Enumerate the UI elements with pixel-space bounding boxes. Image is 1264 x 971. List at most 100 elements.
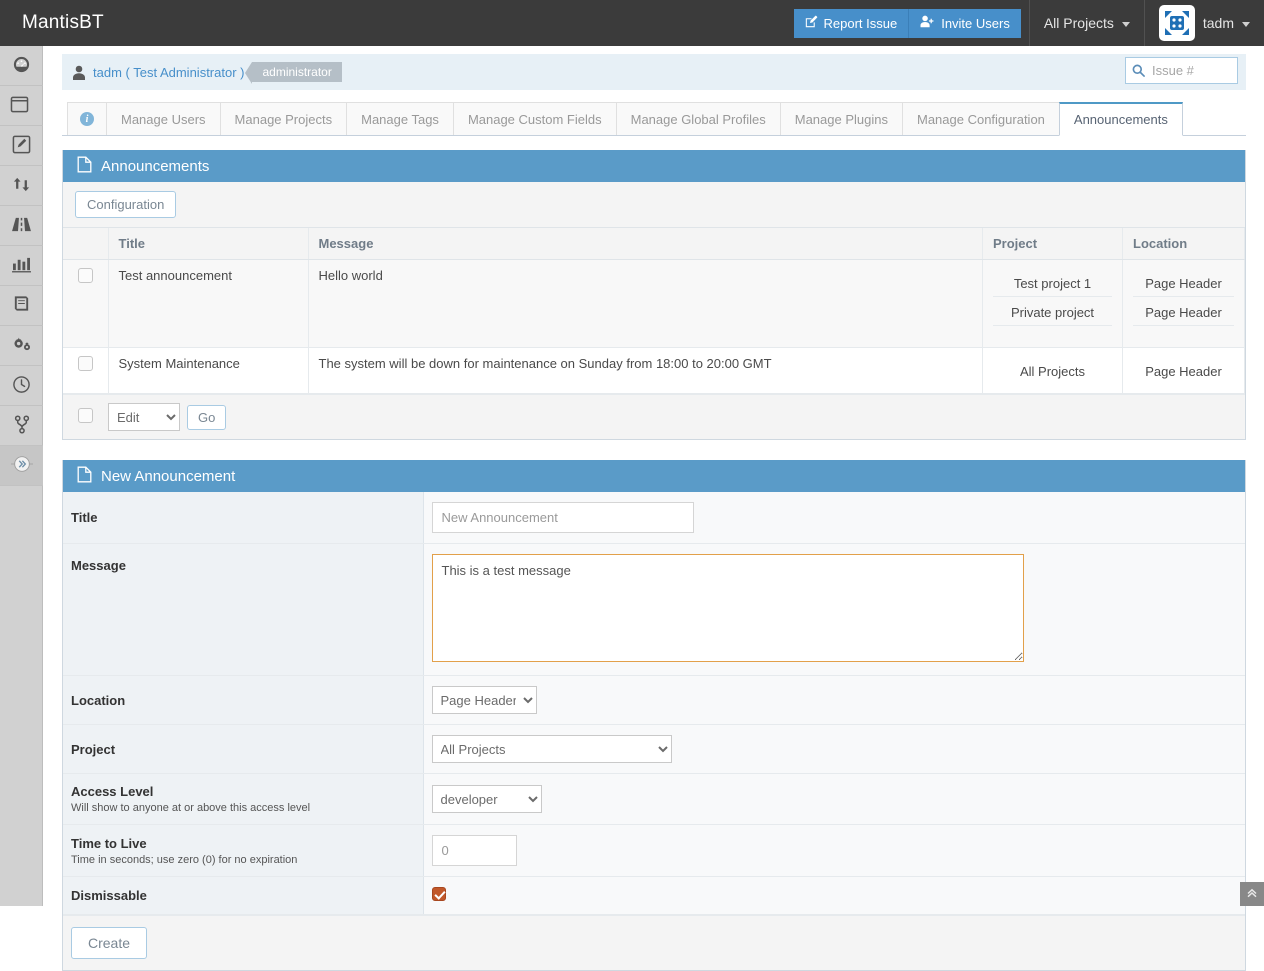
row-checkbox[interactable]: [78, 356, 93, 371]
issue-search-box[interactable]: [1125, 57, 1238, 84]
form-row-title: Title: [63, 492, 1245, 544]
project-label: Project: [63, 725, 423, 774]
report-issue-label: Report Issue: [824, 16, 898, 31]
sidebar-item-branches[interactable]: [0, 406, 43, 446]
create-button-row: Create: [63, 915, 1245, 970]
book-icon: [12, 295, 31, 316]
avatar: [1159, 5, 1195, 41]
sidebar-item-time-tracking[interactable]: [0, 366, 43, 406]
gears-icon: [12, 335, 32, 356]
project-subrow: All Projects: [993, 356, 1112, 385]
double-chevron-up-icon: [1246, 887, 1258, 902]
new-announcement-panel-title: New Announcement: [101, 468, 235, 485]
sidebar-item-summary[interactable]: [0, 246, 43, 286]
sidebar-item-expand-menu[interactable]: [0, 446, 43, 486]
tab-manage-custom-fields[interactable]: Manage Custom Fields: [453, 102, 617, 135]
sidebar-item-dashboard[interactable]: [0, 46, 43, 86]
project-subrow: Test project 1: [993, 268, 1112, 297]
access-level-field-cell: developer viewer reporter updater manage…: [423, 774, 1245, 825]
tab-label: Manage Tags: [361, 112, 439, 127]
sidebar-item-docs[interactable]: [0, 286, 43, 326]
pencil-square-icon: [805, 15, 818, 31]
sidebar-item-manage[interactable]: [0, 326, 43, 366]
user-icon: [72, 65, 86, 80]
announcements-panel: Announcements Configuration Title Messag…: [62, 150, 1246, 440]
user-breadcrumb-bar: tadm ( Test Administrator ) administrato…: [62, 54, 1246, 90]
top-navbar: MantisBT Report Issue Invite Users All P…: [0, 0, 1264, 46]
row-title-cell: Test announcement: [108, 260, 308, 348]
tab-label: Manage Configuration: [917, 112, 1045, 127]
tab-manage-global-profiles[interactable]: Manage Global Profiles: [616, 102, 781, 135]
sidebar-item-roadmap[interactable]: [0, 206, 43, 246]
table-row: Test announcement Hello world Test proje…: [63, 260, 1245, 348]
row-title-cell: System Maintenance: [108, 348, 308, 394]
document-icon: [77, 466, 92, 487]
user-menu[interactable]: tadm: [1145, 0, 1264, 46]
issue-search-input[interactable]: [1150, 62, 1235, 79]
invite-users-label: Invite Users: [941, 16, 1010, 31]
role-badge: administrator: [252, 62, 341, 82]
navbar-action-buttons: Report Issue Invite Users: [786, 0, 1029, 46]
sidebar-item-view-issues[interactable]: [0, 86, 43, 126]
scroll-to-top-button[interactable]: [1240, 882, 1264, 906]
current-user-label[interactable]: tadm ( Test Administrator ): [93, 65, 244, 80]
form-row-project: Project All Projects Test project 1 Priv…: [63, 725, 1245, 774]
access-level-select[interactable]: developer viewer reporter updater manage…: [432, 785, 542, 813]
location-select[interactable]: Page Header Issues Page: [432, 686, 537, 714]
location-subrow: Page Header: [1133, 297, 1234, 326]
list-icon: [10, 96, 33, 116]
tab-label: Manage Plugins: [795, 112, 888, 127]
project-selector-label: All Projects: [1044, 15, 1114, 31]
announcements-table: Title Message Project Location Test anno…: [63, 228, 1245, 394]
configuration-button[interactable]: Configuration: [75, 191, 176, 218]
tab-announcements[interactable]: Announcements: [1059, 102, 1183, 136]
invite-users-button[interactable]: Invite Users: [909, 9, 1021, 38]
tab-manage-configuration[interactable]: Manage Configuration: [902, 102, 1060, 135]
report-issue-button[interactable]: Report Issue: [794, 9, 910, 38]
tab-info[interactable]: i: [67, 102, 107, 135]
row-checkbox[interactable]: [78, 268, 93, 283]
create-button[interactable]: Create: [71, 927, 147, 959]
tab-manage-tags[interactable]: Manage Tags: [346, 102, 454, 135]
row-location-cell: Page Header: [1123, 348, 1245, 394]
brand-logo-text[interactable]: MantisBT: [0, 12, 104, 34]
form-row-ttl: Time to Live Time in seconds; use zero (…: [63, 825, 1245, 877]
title-input[interactable]: [432, 502, 694, 533]
column-project: Project: [983, 228, 1123, 260]
row-project-cell: All Projects: [983, 348, 1123, 394]
bar-chart-icon: [12, 256, 31, 276]
double-chevron-right-icon: [11, 454, 33, 477]
tab-manage-projects[interactable]: Manage Projects: [220, 102, 348, 135]
location-subrow: Page Header: [1133, 268, 1234, 297]
road-icon: [12, 216, 31, 236]
project-selector[interactable]: All Projects: [1030, 0, 1144, 46]
go-button[interactable]: Go: [187, 405, 226, 430]
ttl-input[interactable]: [432, 835, 517, 866]
project-select[interactable]: All Projects Test project 1 Private proj…: [432, 735, 672, 763]
access-level-label: Access Level Will show to anyone at or a…: [63, 774, 423, 825]
sidebar-item-changelog[interactable]: [0, 166, 43, 206]
tab-manage-users[interactable]: Manage Users: [106, 102, 221, 135]
dismissable-field-cell: [423, 877, 1245, 915]
ttl-label: Time to Live Time in seconds; use zero (…: [63, 825, 423, 877]
tab-manage-plugins[interactable]: Manage Plugins: [780, 102, 903, 135]
select-all-checkbox[interactable]: [78, 408, 93, 423]
gauge-icon: [12, 55, 31, 77]
form-row-dismissable: Dismissable: [63, 877, 1245, 915]
clock-icon: [12, 375, 31, 397]
dismissable-checkbox[interactable]: [432, 887, 446, 901]
sidebar-item-report-issue[interactable]: [0, 126, 43, 166]
announcements-panel-title: Announcements: [101, 158, 209, 175]
document-icon: [77, 156, 92, 177]
title-label: Title: [63, 492, 423, 544]
tab-label: Manage Global Profiles: [631, 112, 766, 127]
message-textarea[interactable]: [432, 554, 1024, 662]
exchange-icon: [12, 175, 31, 197]
bulk-action-select[interactable]: Edit Delete: [108, 403, 180, 431]
announcements-panel-header: Announcements: [63, 150, 1245, 182]
title-field-cell: [423, 492, 1245, 544]
bulk-action-row: Edit Delete Go: [63, 394, 1245, 439]
username-label: tadm: [1203, 15, 1234, 31]
column-message: Message: [308, 228, 983, 260]
search-icon: [1132, 64, 1145, 77]
